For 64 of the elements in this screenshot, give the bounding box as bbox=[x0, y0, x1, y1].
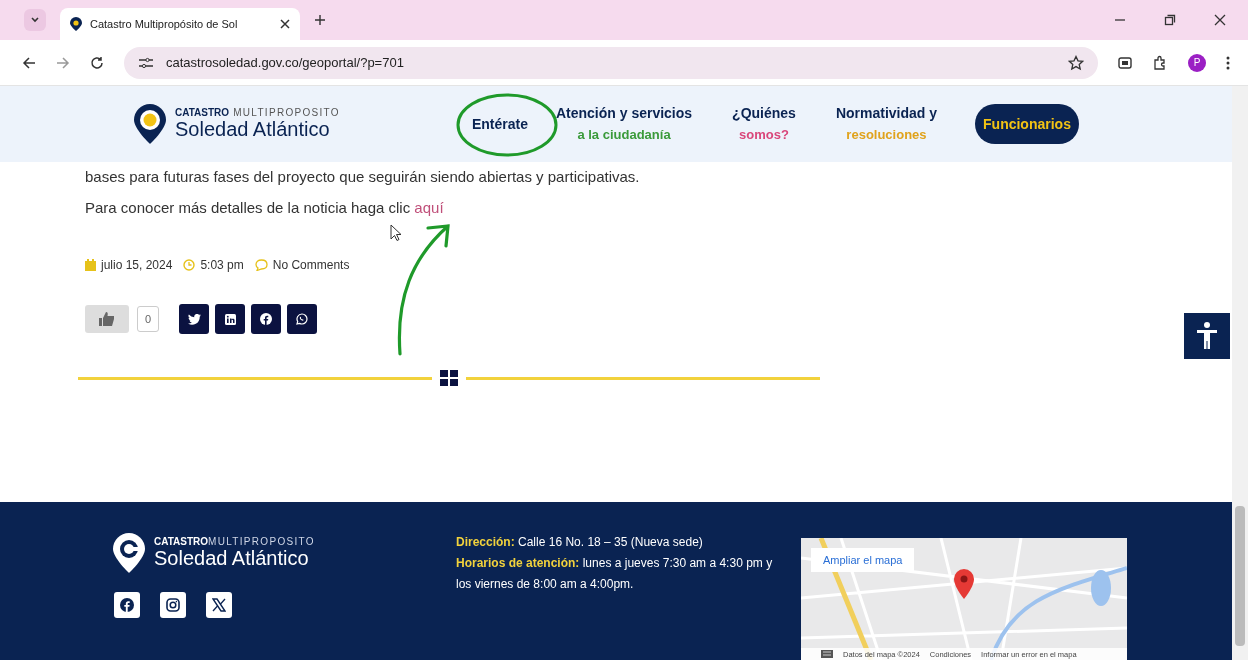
more-icon[interactable] bbox=[1226, 55, 1230, 70]
linkedin-icon bbox=[224, 313, 236, 325]
address-text: Dirección: Calle 16 No. 18 – 35 (Nueva sede) bbox=[456, 534, 704, 551]
map-marker-icon bbox=[953, 568, 975, 600]
close-icon[interactable] bbox=[1214, 14, 1226, 26]
keyboard-icon bbox=[821, 650, 833, 658]
accessibility-person-icon bbox=[1196, 322, 1218, 350]
address-field[interactable]: catastrosoledad.gov.co/geoportal/?p=701 bbox=[124, 46, 1098, 79]
nav-link[interactable]: Atención y servicios a la ciudadanía bbox=[555, 103, 693, 145]
nav-link[interactable]: Normatividad y resoluciones bbox=[835, 103, 938, 145]
location-pin-icon bbox=[70, 17, 82, 31]
post-time: 5:03 pm bbox=[200, 258, 244, 272]
like-button[interactable] bbox=[85, 305, 129, 333]
instagram-link[interactable] bbox=[160, 592, 186, 618]
twitter-share-button[interactable] bbox=[179, 304, 210, 334]
forward-icon[interactable] bbox=[56, 55, 70, 70]
star-icon[interactable] bbox=[1068, 54, 1084, 71]
tab-list-button[interactable] bbox=[24, 9, 46, 31]
instagram-icon bbox=[166, 598, 180, 612]
whatsapp-icon bbox=[296, 313, 309, 325]
article-paragraph: Para conocer más detalles de la noticia haga clic aquí bbox=[85, 199, 445, 216]
logo-brand-text: CATASTRO MULTIPROPOSITO bbox=[175, 107, 340, 118]
new-tab-icon[interactable] bbox=[314, 14, 326, 26]
chevron-down-icon bbox=[30, 15, 40, 25]
thumbs-up-icon bbox=[99, 312, 115, 326]
facebook-link[interactable] bbox=[114, 592, 140, 618]
logo-name-text: Soledad Atlántico bbox=[175, 118, 331, 141]
article-paragraph: bases para futuras fases del proyecto que seguirán siendo abiertas y participativas. bbox=[85, 168, 641, 185]
picture-in-picture-icon[interactable] bbox=[1118, 56, 1132, 69]
linkedin-share-button[interactable] bbox=[215, 304, 246, 334]
bird-icon bbox=[187, 313, 201, 325]
accessibility-button[interactable] bbox=[1184, 313, 1230, 359]
nav-link[interactable]: ¿Quiénes somos? bbox=[732, 103, 796, 145]
location-pin-icon bbox=[133, 103, 167, 145]
x-logo-icon bbox=[212, 598, 226, 612]
funcionarios-button[interactable]: Funcionarios bbox=[975, 104, 1079, 144]
comments-link[interactable]: No Comments bbox=[272, 258, 350, 272]
browser-tab[interactable]: Catastro Multipropósito de Sol bbox=[60, 8, 300, 40]
facebook-share-button[interactable] bbox=[251, 304, 282, 334]
reload-icon[interactable] bbox=[90, 55, 104, 70]
calendar-icon bbox=[85, 259, 96, 271]
comment-icon bbox=[254, 259, 268, 271]
site-settings-icon bbox=[138, 56, 154, 69]
back-icon[interactable] bbox=[22, 55, 36, 70]
profile-avatar[interactable]: P bbox=[1188, 53, 1206, 72]
nav-link[interactable]: Entérate bbox=[471, 113, 528, 135]
facebook-icon bbox=[120, 598, 134, 612]
grid-icon bbox=[440, 370, 458, 386]
facebook-icon bbox=[260, 313, 273, 325]
enlarge-map-button[interactable]: Ampliar el mapa bbox=[811, 548, 915, 572]
clock-icon bbox=[183, 259, 196, 271]
mouse-cursor-icon bbox=[390, 224, 402, 242]
post-date: julio 15, 2024 bbox=[101, 258, 173, 272]
x-link[interactable] bbox=[206, 592, 232, 618]
close-icon[interactable] bbox=[280, 19, 290, 29]
opening-hours-text: Horarios de atención: lunes a jueves 7:30 am a 4:30 pm y los viernes de 8:00 am a 4:00pm. bbox=[456, 555, 774, 593]
restore-icon[interactable] bbox=[1164, 14, 1176, 26]
like-count: 0 bbox=[137, 306, 160, 332]
logo-brand-text: CATASTROMULTIPROPOSITO bbox=[154, 536, 315, 547]
logo-name-text: Soledad Atlántico bbox=[154, 547, 310, 570]
article-link[interactable]: aquí bbox=[414, 199, 444, 216]
puzzle-icon[interactable] bbox=[1152, 54, 1168, 71]
location-pin-icon bbox=[112, 532, 146, 574]
whatsapp-share-button[interactable] bbox=[287, 304, 318, 334]
